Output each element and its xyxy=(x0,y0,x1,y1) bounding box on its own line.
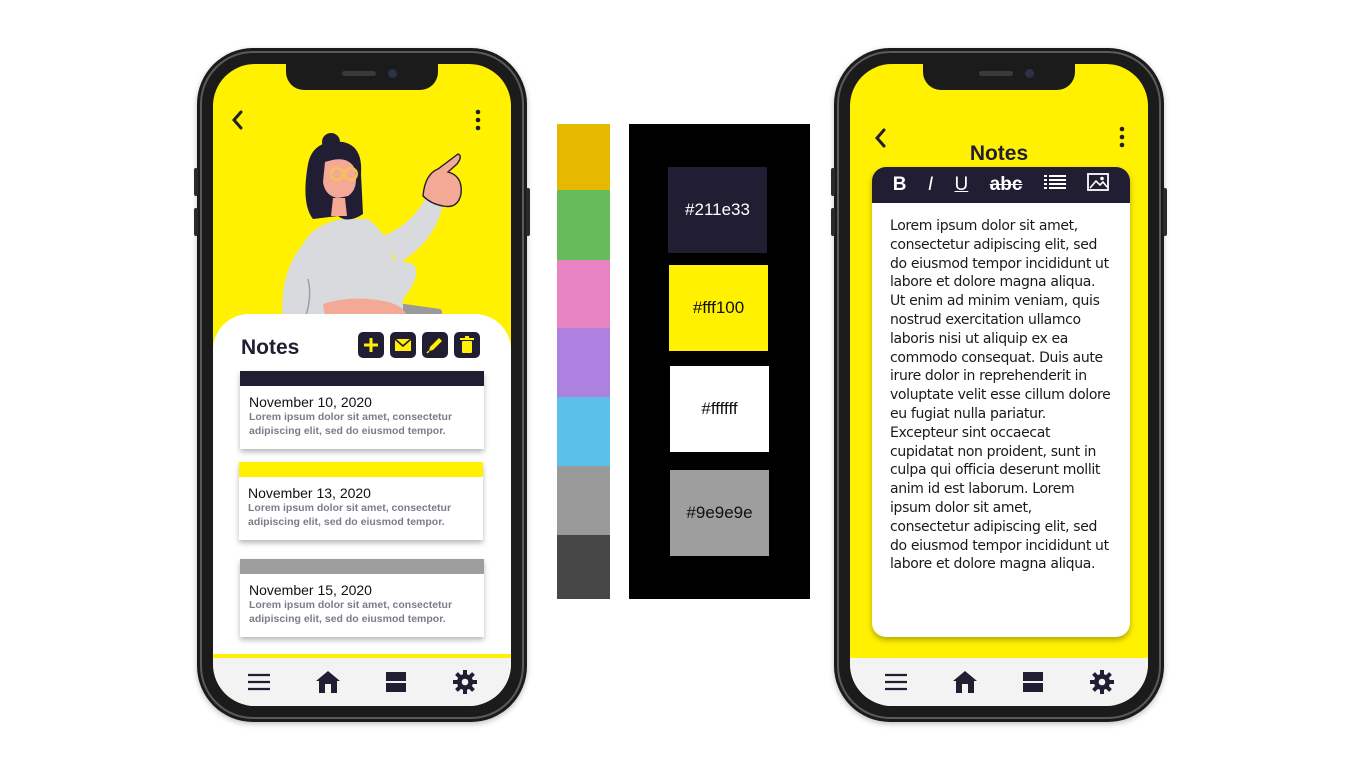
more-vertical-icon xyxy=(1119,126,1125,148)
speaker xyxy=(979,71,1013,76)
note-card[interactable]: November 15, 2020 Lorem ipsum dolor sit … xyxy=(240,559,484,637)
plus-icon xyxy=(364,338,378,352)
camera xyxy=(388,69,397,78)
note-card[interactable]: November 13, 2020 Lorem ipsum dolor sit … xyxy=(239,462,483,540)
notes-sheet: Notes November 10, 2020 Lorem ipsum dolo… xyxy=(213,314,511,654)
note-date: November 10, 2020 xyxy=(249,394,372,410)
layout-icon xyxy=(386,672,407,692)
palette-color xyxy=(557,466,610,535)
phone-notes-list: Notes November 10, 2020 Lorem ipsum dolo… xyxy=(194,48,530,722)
home-icon xyxy=(952,671,977,693)
bullet-list-icon xyxy=(1043,175,1066,189)
volume-down-button xyxy=(831,208,835,236)
palette-color xyxy=(557,124,610,190)
note-color-bar xyxy=(240,559,484,574)
camera xyxy=(1025,69,1034,78)
underline-button[interactable]: U xyxy=(955,174,969,196)
speaker xyxy=(342,71,376,76)
power-button xyxy=(526,188,530,236)
home-icon xyxy=(315,671,340,693)
nav-home[interactable] xyxy=(313,667,343,697)
volume-up-button xyxy=(831,168,835,196)
chevron-left-icon xyxy=(232,110,243,130)
note-color-bar xyxy=(239,462,483,477)
color-swatch-panel: #211e33 #fff100 #ffffff #9e9e9e xyxy=(629,124,810,599)
palette-color xyxy=(557,328,610,397)
note-preview: Lorem ipsum dolor sit amet, consectetur … xyxy=(249,411,453,437)
settings-icon xyxy=(452,670,477,694)
note-date: November 15, 2020 xyxy=(249,582,372,598)
bottom-nav xyxy=(213,658,511,706)
format-toolbar: B I U abc xyxy=(872,167,1130,203)
sheet-title: Notes xyxy=(241,336,300,359)
bold-button[interactable]: B xyxy=(893,174,907,196)
notch xyxy=(923,64,1075,90)
strikethrough-button[interactable]: abc xyxy=(990,174,1023,196)
notes-toolbar xyxy=(358,332,480,358)
mail-icon xyxy=(394,338,412,351)
volume-down-button xyxy=(194,208,198,236)
pencil-icon xyxy=(426,338,442,354)
palette-color xyxy=(557,260,610,328)
layout-icon xyxy=(1023,672,1044,692)
bottom-nav xyxy=(850,658,1148,706)
image-icon xyxy=(1087,173,1110,191)
notch xyxy=(286,64,438,90)
nav-menu[interactable] xyxy=(244,667,274,697)
nav-layout[interactable] xyxy=(1018,667,1048,697)
swatch-dark: #211e33 xyxy=(668,167,767,253)
back-button[interactable] xyxy=(229,109,247,136)
swatch-white: #ffffff xyxy=(670,366,769,452)
menu-icon xyxy=(885,673,908,691)
italic-button[interactable]: I xyxy=(928,174,933,196)
palette-color xyxy=(557,190,610,260)
nav-layout[interactable] xyxy=(381,667,411,697)
power-button xyxy=(1163,188,1167,236)
page-title: Notes xyxy=(969,142,1029,165)
screen: Notes B I U abc Lorem ipsum dolor sit am… xyxy=(850,64,1148,706)
nav-settings[interactable] xyxy=(1087,667,1117,697)
palette-color xyxy=(557,397,610,466)
more-menu-button[interactable] xyxy=(471,108,485,139)
note-preview: Lorem ipsum dolor sit amet, consectetur … xyxy=(249,599,453,625)
more-menu-button[interactable] xyxy=(1115,125,1129,156)
trash-icon xyxy=(460,336,474,353)
woman-pointing-illustration xyxy=(279,133,462,334)
settings-icon xyxy=(1089,670,1114,694)
edit-note-button[interactable] xyxy=(422,332,448,358)
note-preview: Lorem ipsum dolor sit amet, consectetur … xyxy=(248,502,452,528)
mail-note-button[interactable] xyxy=(390,332,416,358)
palette-color xyxy=(557,535,610,599)
note-card[interactable]: November 10, 2020 Lorem ipsum dolor sit … xyxy=(240,371,484,449)
menu-icon xyxy=(248,673,271,691)
list-button[interactable] xyxy=(1043,174,1066,196)
add-note-button[interactable] xyxy=(358,332,384,358)
screen: Notes November 10, 2020 Lorem ipsum dolo… xyxy=(213,64,511,706)
nav-settings[interactable] xyxy=(450,667,480,697)
image-button[interactable] xyxy=(1087,173,1110,197)
nav-home[interactable] xyxy=(950,667,980,697)
swatch-gray: #9e9e9e xyxy=(670,470,769,556)
note-color-bar xyxy=(240,371,484,386)
phone-note-editor: Notes B I U abc Lorem ipsum dolor sit am… xyxy=(831,48,1167,722)
note-editor: B I U abc Lorem ipsum dolor sit amet, co… xyxy=(872,167,1130,637)
swatch-yellow: #fff100 xyxy=(669,265,768,351)
nav-menu[interactable] xyxy=(881,667,911,697)
note-date: November 13, 2020 xyxy=(248,485,371,501)
delete-note-button[interactable] xyxy=(454,332,480,358)
note-body-textarea[interactable]: Lorem ipsum dolor sit amet, consectetur … xyxy=(872,203,1130,588)
volume-up-button xyxy=(194,168,198,196)
more-vertical-icon xyxy=(475,109,481,131)
